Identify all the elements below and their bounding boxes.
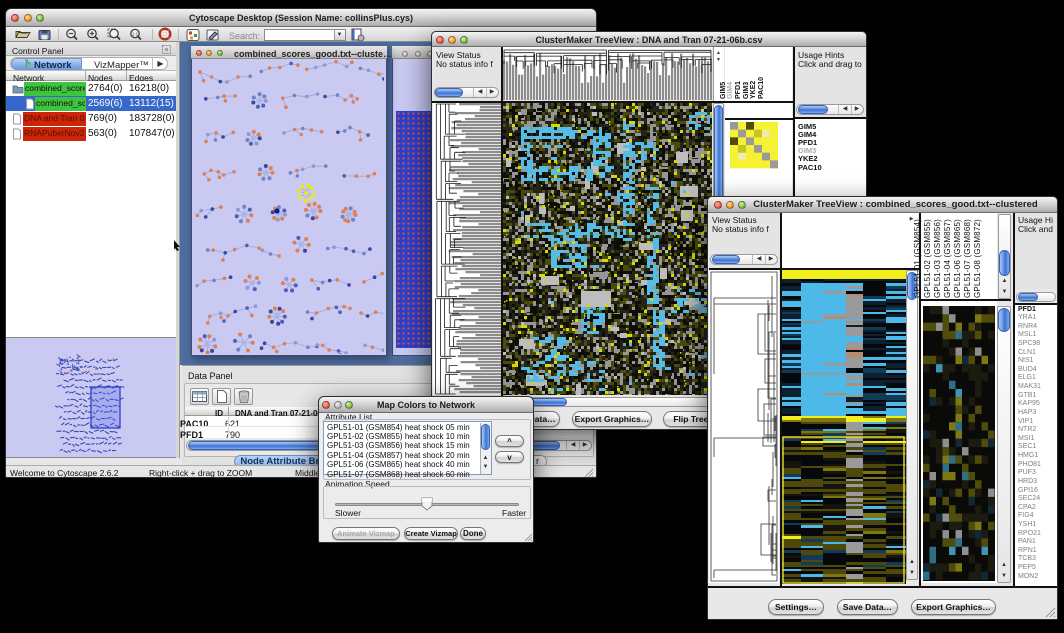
svg-text:1:1: 1:1 [132,32,139,37]
